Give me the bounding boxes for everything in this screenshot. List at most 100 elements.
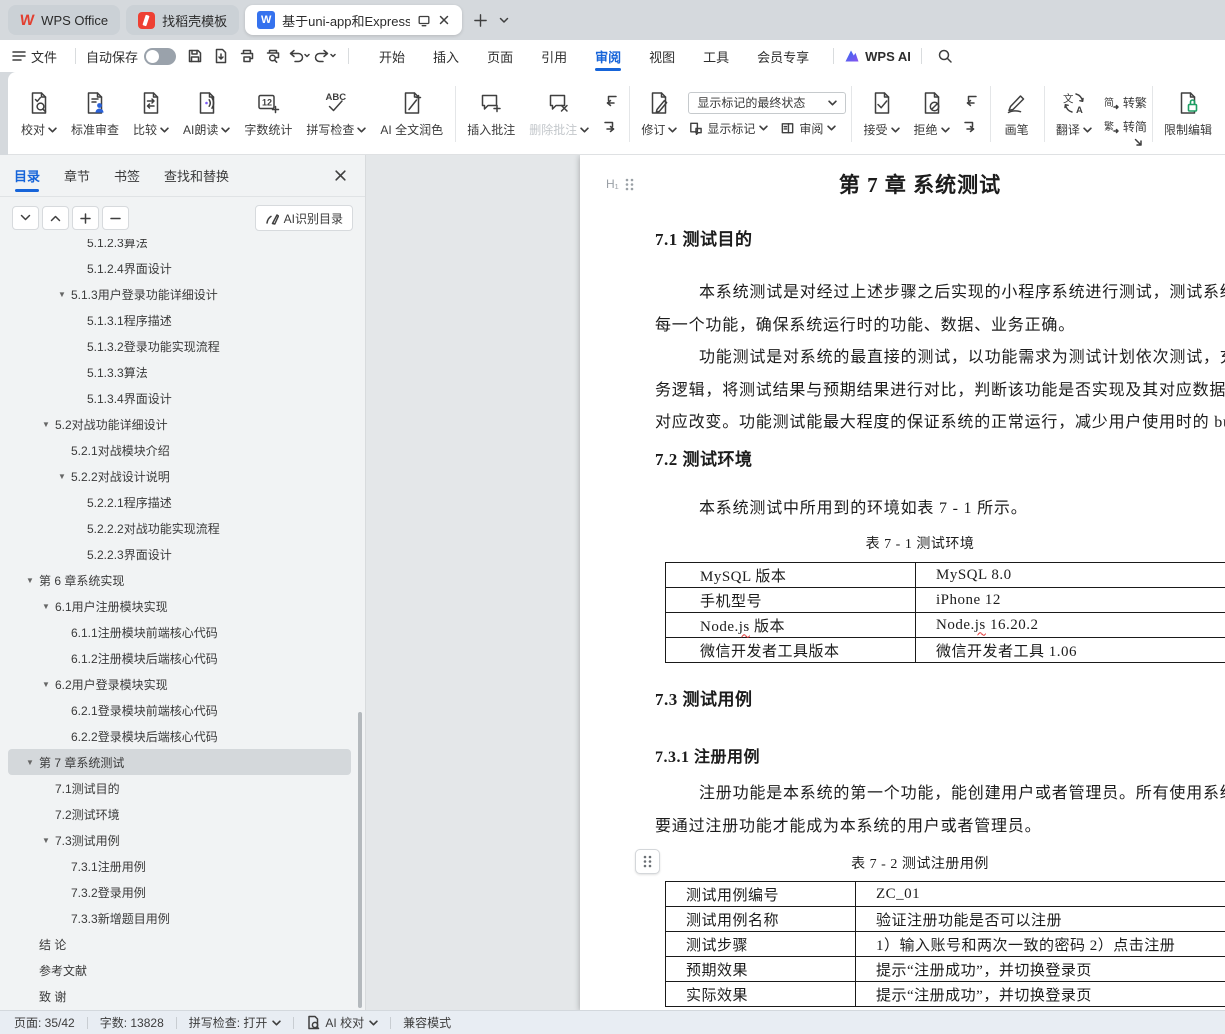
close-tab-icon[interactable] [438,14,450,26]
save-button[interactable] [182,44,208,68]
translate-button[interactable]: 文A 翻译 [1049,88,1099,140]
outline-item[interactable]: ▼ 7.1测试目的 [8,775,351,801]
outline-item[interactable]: ▼ 7.3.3新增题目用例 [8,905,351,931]
outline-item[interactable]: ▼ 5.1.2.3算法 [8,239,351,255]
outline-item[interactable]: ▼ 5.1.2.4界面设计 [8,255,351,281]
expand-all-button[interactable] [12,206,39,230]
menu-tab[interactable]: 工具 [689,40,743,72]
export-pdf-button[interactable] [208,44,234,68]
reject-change-button[interactable]: 拒绝 [907,88,957,140]
caret-down-icon[interactable]: ▼ [26,576,39,585]
group-expander-icon[interactable] [1134,138,1143,147]
outline-item[interactable]: ▼ 5.1.3.2登录功能实现流程 [8,333,351,359]
outline-item[interactable]: ▼ 6.2用户登录模块实现 [8,671,351,697]
outline-item[interactable]: ▼ 7.3测试用例 [8,827,351,853]
sidebar-tab[interactable]: 查找和替换 [164,155,229,197]
caret-down-icon[interactable]: ▼ [58,290,71,299]
outline-item[interactable]: ▼ 结 论 [8,931,351,957]
menu-tab[interactable]: 开始 [365,40,419,72]
redo-button[interactable] [312,44,338,68]
standard-review-button[interactable]: 标准审查 [64,88,126,140]
menu-tab[interactable]: 会员专享 [743,40,823,72]
menu-tab[interactable]: 视图 [635,40,689,72]
sidebar-tab[interactable]: 书签 [114,155,140,197]
insert-comment-button[interactable]: 插入批注 [460,88,522,140]
ai-read-aloud-button[interactable]: AI朗读 [176,88,237,140]
accept-change-button[interactable]: 接受 [857,88,907,140]
page-indicator[interactable]: 页面: 35/42 [14,1014,75,1031]
caret-down-icon[interactable]: ▼ [26,758,39,767]
new-tab-button[interactable] [468,8,492,32]
ink-brush-button[interactable]: 画笔 [995,88,1039,140]
autosave-toggle[interactable] [144,48,176,65]
proofread-button[interactable]: 校对 [14,88,64,140]
outline-item[interactable]: ▼ 5.2.1对战模块介绍 [8,437,351,463]
caret-down-icon[interactable]: ▼ [58,472,71,481]
spell-check-button[interactable]: ABC 拼写检查 [299,88,373,140]
outline-item[interactable]: ▼ 5.2.2.3界面设计 [8,541,351,567]
ai-recognize-toc-button[interactable]: AI识别目录 [255,205,353,231]
ai-proofread-indicator[interactable]: AI 校对 [306,1014,378,1031]
ai-polish-button[interactable]: AI 全文润色 [373,88,450,140]
outline-item[interactable]: ▼ 6.1.2注册模块后端核心代码 [8,645,351,671]
outline-item[interactable]: ▼ 致 谢 [8,983,351,1009]
outline-item[interactable]: ▼ 第 6 章系统实现 [8,567,351,593]
word-count-button[interactable]: 12 字数统计 [237,88,299,140]
show-markup-button[interactable]: 显示标记 [688,120,768,137]
word-count-indicator[interactable]: 字数: 13828 [100,1014,164,1031]
print-preview-button[interactable] [260,44,286,68]
print-button[interactable] [234,44,260,68]
track-changes-button[interactable]: 修订 [634,88,684,140]
undo-button[interactable] [286,44,312,68]
collapse-all-button[interactable] [42,206,69,230]
tab-document[interactable]: W 基于uni-app和Express的问卷 [245,5,462,35]
spellcheck-indicator[interactable]: 拼写检查: 打开 [189,1014,282,1031]
previous-change-button[interactable] [960,92,982,110]
markup-state-select[interactable]: 显示标记的最终状态 [688,92,846,114]
tab-list-chevron-icon[interactable] [492,8,516,32]
outline-item[interactable]: ▼ 6.2.2登录模块后端核心代码 [8,723,351,749]
outline-item[interactable]: ▼ 7.3.2登录用例 [8,879,351,905]
outline-item[interactable]: ▼ 5.2.2对战设计说明 [8,463,351,489]
promote-button[interactable] [72,206,99,230]
caret-down-icon[interactable]: ▼ [42,680,55,689]
file-menu[interactable]: 文件 [12,47,57,66]
caret-down-icon[interactable]: ▼ [42,836,55,845]
sidebar-scrollbar[interactable] [358,712,362,1008]
outline-item[interactable]: ▼ 5.1.3.4界面设计 [8,385,351,411]
menu-tab[interactable]: 引用 [527,40,581,72]
outline-item[interactable]: ▼ 5.1.3.3算法 [8,359,351,385]
previous-comment-button[interactable] [599,92,621,110]
demote-button[interactable] [102,206,129,230]
outline-item[interactable]: ▼ 5.2对战功能详细设计 [8,411,351,437]
tab-wps-office[interactable]: W WPS Office [8,5,120,35]
outline-item[interactable]: ▼ 6.1.1注册模块前端核心代码 [8,619,351,645]
compatibility-mode-indicator[interactable]: 兼容模式 [403,1014,451,1031]
sidebar-tab[interactable]: 目录 [14,155,40,197]
close-sidebar-icon[interactable] [329,165,351,187]
sidebar-tab[interactable]: 章节 [64,155,90,197]
document-page[interactable]: H₁ 第 7 章 系统测试 7.1 测试目的 本系统测试是对经过上述步骤之后实现… [580,155,1225,1010]
open-in-window-icon[interactable] [417,13,431,27]
delete-comment-button[interactable]: 删除批注 [522,88,596,140]
to-simplified-button[interactable]: 繁 转简 [1103,118,1147,135]
outline-item[interactable]: ▼ 5.1.3用户登录功能详细设计 [8,281,351,307]
review-pane-button[interactable]: 审阅 [780,120,836,137]
menu-tab[interactable]: 审阅 [581,40,635,72]
restrict-editing-button[interactable]: 限制编辑 [1157,88,1219,140]
outline-item[interactable]: ▼ 6.1用户注册模块实现 [8,593,351,619]
tab-docer-templates[interactable]: 找稻壳模板 [126,5,239,35]
outline-item[interactable]: ▼ 5.1.3.1程序描述 [8,307,351,333]
compare-button[interactable]: 比较 [126,88,176,140]
caret-down-icon[interactable]: ▼ [42,602,55,611]
outline-item[interactable]: ▼ 7.3.1注册用例 [8,853,351,879]
table-drag-handle[interactable] [635,849,660,874]
to-traditional-button[interactable]: 简 转繁 [1103,94,1147,111]
outline-item[interactable]: ▼ 7.2测试环境 [8,801,351,827]
caret-down-icon[interactable]: ▼ [42,420,55,429]
outline-item[interactable]: ▼ 参考文献 [8,957,351,983]
menu-tab[interactable]: 页面 [473,40,527,72]
outline-item[interactable]: ▼ 第 7 章系统测试 [8,749,351,775]
wps-ai-button[interactable]: WPS AI [844,49,911,64]
outline-item[interactable]: ▼ 5.2.2.2对战功能实现流程 [8,515,351,541]
